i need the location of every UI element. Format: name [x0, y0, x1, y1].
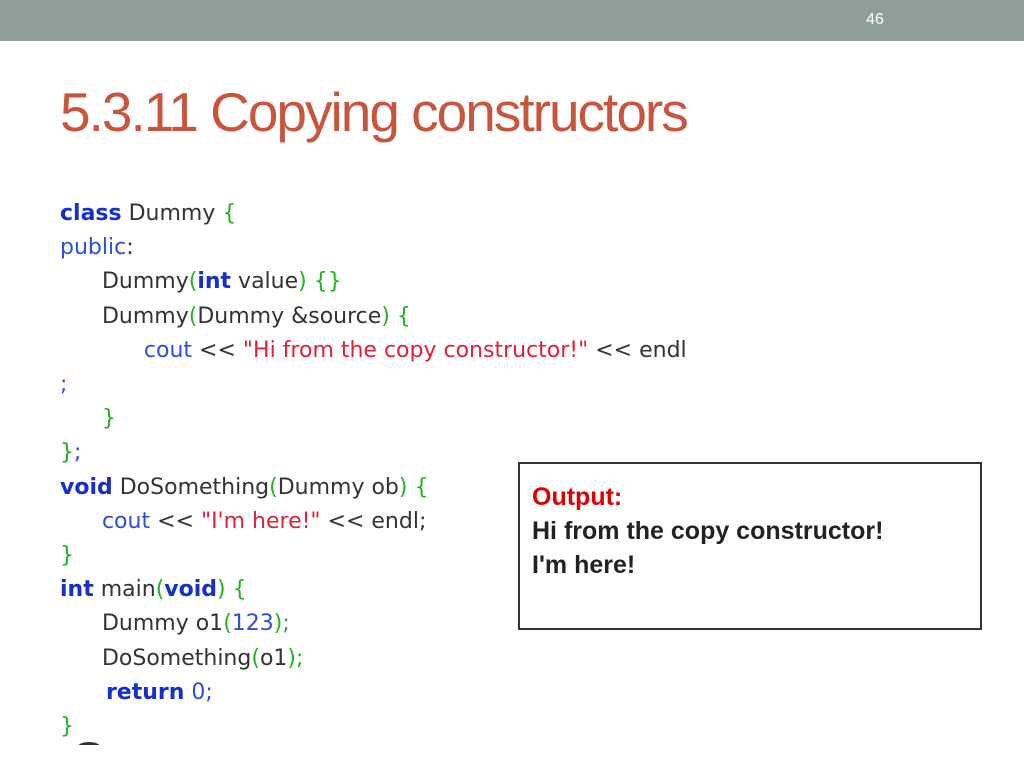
code-token: ); [273, 611, 290, 637]
code-line: ; [60, 368, 67, 402]
code-token: int [60, 577, 94, 603]
code-line: int main(void) { [60, 573, 247, 607]
slide-number: 46 [866, 11, 884, 28]
code-token: } [60, 714, 74, 739]
code-token: Dummy [60, 269, 189, 295]
code-token: value [231, 269, 299, 295]
code-token: 123 [231, 611, 274, 637]
code-token: << [150, 508, 201, 534]
code-token: } [60, 406, 116, 432]
output-box: Output: Hi from the copy constructor! I'… [518, 462, 982, 630]
code-token: << [192, 337, 243, 363]
code-token: Dummy o1 [60, 611, 224, 637]
code-line: cout << "I'm here!" << endl; [60, 505, 426, 539]
code-line: public: [60, 231, 134, 265]
code-token: o1 [259, 645, 288, 671]
code-line: class Dummy { [60, 197, 236, 231]
code-token: ; [205, 679, 213, 705]
code-line: } [60, 710, 74, 744]
code-token: DoSomething [60, 645, 252, 671]
code-token: DoSomething [112, 474, 270, 500]
code-token: Dummy [60, 303, 189, 329]
code-token: ; [74, 440, 82, 466]
code-line: Dummy(int value) {} [60, 265, 342, 299]
code-token: ( [155, 577, 165, 603]
code-token: cout [60, 337, 193, 363]
code-token: } [60, 440, 74, 466]
code-line: }; [60, 436, 81, 470]
code-token: Dummy [121, 201, 223, 226]
code-token: main [93, 577, 156, 603]
code-token: Dummy &source [197, 303, 382, 329]
slide-title: 5.3.11 Copying constructors [60, 81, 689, 143]
code-token: return [60, 679, 185, 705]
code-line: Dummy(Dummy &source) { [60, 300, 411, 334]
code-token: ; [60, 372, 68, 397]
code-line: cout << "Hi from the copy constructor!" … [60, 334, 687, 368]
code-token: Dummy ob [277, 474, 399, 500]
code-line: DoSomething(o1); [60, 642, 303, 676]
code-token: int [197, 269, 232, 295]
slide-header-bar: 46 [0, 0, 1024, 41]
code-token: "Hi from the copy constructor!" [242, 337, 589, 363]
code-token: } [60, 543, 74, 568]
code-token: ( [269, 474, 278, 500]
code-token: ) { [217, 577, 247, 603]
code-token: class [60, 201, 122, 226]
code-token: ) { [381, 303, 411, 329]
code-token: public [60, 235, 127, 261]
code-line: } [60, 539, 74, 573]
code-token: void [60, 474, 113, 500]
code-line: } [60, 402, 116, 436]
output-line: Hi from the copy constructor! [532, 517, 884, 545]
code-token: ) {} [298, 269, 342, 295]
cropped-code-glyph [78, 742, 100, 745]
code-token: cout [60, 508, 151, 534]
code-token: : [126, 235, 134, 261]
code-token: ) { [398, 474, 429, 500]
code-token: ); [287, 645, 304, 671]
code-token: "I'm here!" [200, 508, 321, 534]
code-line: Dummy o1(123); [60, 607, 290, 641]
code-token: ( [223, 611, 232, 637]
output-label: Output: [532, 483, 623, 511]
code-token: << endl [588, 337, 687, 363]
code-line: void DoSomething(Dummy ob) { [60, 471, 428, 505]
output-line: I'm here! [532, 551, 636, 579]
code-token: << endl; [320, 508, 427, 534]
code-token: void [164, 577, 218, 603]
code-token: ( [251, 645, 260, 671]
code-token: 0 [184, 679, 206, 705]
code-line: return 0; [60, 676, 213, 710]
code-token: { [222, 201, 237, 226]
